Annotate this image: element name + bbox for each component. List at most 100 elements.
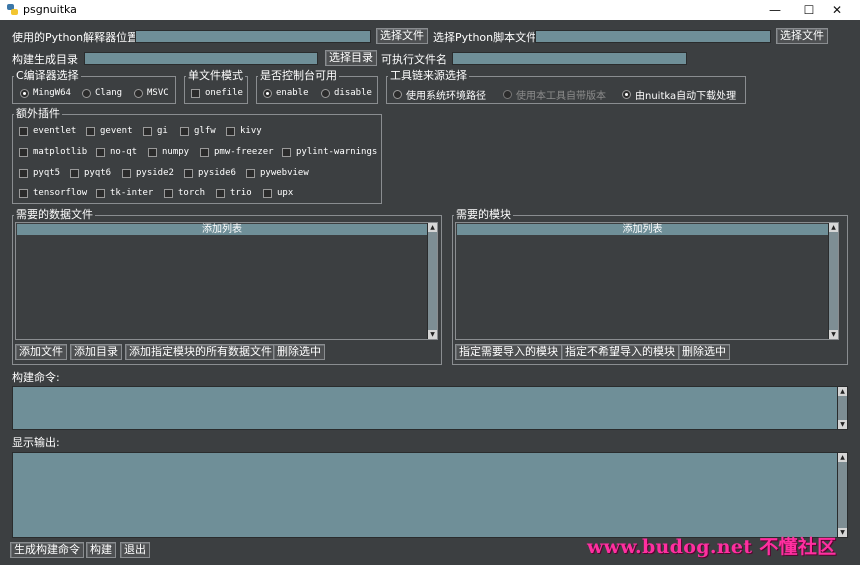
plugin-checkbox[interactable]: glfw bbox=[180, 126, 216, 136]
checkbox-icon bbox=[263, 188, 272, 198]
add-dir-button[interactable]: 添加目录 bbox=[70, 344, 122, 360]
plugin-checkbox[interactable]: no-qt bbox=[96, 147, 137, 157]
plugin-checkbox[interactable]: pyqt6 bbox=[70, 168, 111, 178]
close-button[interactable]: ✕ bbox=[814, 0, 860, 20]
python-script-label: 选择Python脚本文件 bbox=[433, 31, 538, 44]
delete-selected-data-button[interactable]: 删除选中 bbox=[273, 344, 325, 360]
scroll-down-icon[interactable]: ▼ bbox=[829, 330, 838, 339]
plugin-checkbox[interactable]: eventlet bbox=[19, 126, 76, 136]
radio-selected-icon bbox=[20, 88, 29, 98]
checkbox-icon bbox=[19, 147, 28, 157]
onefile-checkbox[interactable]: onefile bbox=[191, 88, 243, 98]
select-script-button[interactable]: 选择文件 bbox=[776, 28, 828, 44]
compiler-radio-msvc[interactable]: MSVC bbox=[134, 88, 169, 98]
console-radio-enable[interactable]: enable bbox=[263, 88, 309, 98]
data-files-list-header: 添加列表 bbox=[17, 224, 427, 235]
plugin-checkbox[interactable]: upx bbox=[263, 188, 293, 198]
build-command-label: 构建命令: bbox=[12, 371, 60, 384]
plugin-checkbox[interactable]: pmw-freezer bbox=[200, 147, 274, 157]
checkbox-icon bbox=[19, 188, 28, 198]
plugin-checkbox[interactable]: numpy bbox=[148, 147, 189, 157]
plugin-checkbox[interactable]: kivy bbox=[226, 126, 262, 136]
data-files-scrollbar[interactable]: ▲ ▼ bbox=[427, 223, 437, 339]
scroll-down-icon[interactable]: ▼ bbox=[428, 330, 437, 339]
include-module-button[interactable]: 指定需要导入的模块 bbox=[455, 344, 562, 360]
single-file-group-title: 单文件模式 bbox=[186, 69, 245, 82]
radio-icon bbox=[82, 88, 91, 98]
scroll-up-icon[interactable]: ▲ bbox=[838, 453, 847, 462]
python-app-icon bbox=[7, 4, 18, 15]
toolchain-radio-system[interactable]: 使用系统环境路径 bbox=[393, 87, 486, 102]
checkbox-icon bbox=[226, 126, 235, 136]
checkbox-icon bbox=[180, 126, 189, 136]
plugin-checkbox[interactable]: pywebview bbox=[246, 168, 309, 178]
scroll-up-icon[interactable]: ▲ bbox=[428, 223, 437, 232]
output-scrollbar[interactable]: ▲ ▼ bbox=[837, 453, 847, 537]
radio-icon bbox=[134, 88, 143, 98]
plugin-checkbox[interactable]: pyqt5 bbox=[19, 168, 60, 178]
title-bar: psgnuitka — ☐ ✕ bbox=[0, 0, 860, 20]
checkbox-icon bbox=[164, 188, 173, 198]
scroll-down-icon[interactable]: ▼ bbox=[838, 528, 847, 537]
checkbox-icon bbox=[148, 147, 157, 157]
modules-list[interactable]: 添加列表 ▲ ▼ bbox=[455, 222, 839, 340]
watermark: www.budog.net 不懂社区 bbox=[587, 536, 837, 558]
checkbox-icon bbox=[191, 88, 200, 98]
compiler-group-title: C编译器选择 bbox=[14, 69, 81, 82]
compiler-radio-clang[interactable]: Clang bbox=[82, 88, 122, 98]
python-interpreter-label: 使用的Python解释器位置 bbox=[12, 31, 139, 44]
radio-selected-icon bbox=[263, 88, 272, 98]
plugin-checkbox[interactable]: gevent bbox=[86, 126, 133, 136]
python-interpreter-input[interactable] bbox=[135, 30, 371, 43]
delete-selected-module-button[interactable]: 删除选中 bbox=[678, 344, 730, 360]
checkbox-icon bbox=[282, 147, 291, 157]
output-label: 显示输出: bbox=[12, 436, 60, 449]
checkbox-icon bbox=[143, 126, 152, 136]
exe-name-label: 可执行文件名 bbox=[381, 53, 447, 66]
scroll-up-icon[interactable]: ▲ bbox=[838, 387, 847, 396]
exe-name-input[interactable] bbox=[452, 52, 687, 65]
console-radio-disable[interactable]: disable bbox=[321, 88, 372, 98]
select-dir-button[interactable]: 选择目录 bbox=[325, 50, 377, 66]
plugin-checkbox[interactable]: gi bbox=[143, 126, 168, 136]
plugin-checkbox[interactable]: torch bbox=[164, 188, 205, 198]
checkbox-icon bbox=[246, 168, 255, 178]
build-button[interactable]: 构建 bbox=[86, 542, 116, 558]
plugin-checkbox[interactable]: trio bbox=[216, 188, 252, 198]
build-dir-input[interactable] bbox=[84, 52, 318, 65]
plugin-checkbox[interactable]: matplotlib bbox=[19, 147, 87, 157]
add-module-data-button[interactable]: 添加指定模块的所有数据文件 bbox=[125, 344, 276, 360]
plugins-group-title: 额外插件 bbox=[14, 107, 62, 120]
scroll-up-icon[interactable]: ▲ bbox=[829, 223, 838, 232]
select-python-button[interactable]: 选择文件 bbox=[376, 28, 428, 44]
build-dir-label: 构建生成目录 bbox=[12, 53, 78, 66]
python-script-input[interactable] bbox=[535, 30, 771, 43]
generate-command-button[interactable]: 生成构建命令 bbox=[10, 542, 84, 558]
exit-button[interactable]: 退出 bbox=[120, 542, 150, 558]
console-group-title: 是否控制台可用 bbox=[258, 69, 339, 82]
checkbox-icon bbox=[122, 168, 131, 178]
plugin-checkbox[interactable]: tk-inter bbox=[96, 188, 153, 198]
checkbox-icon bbox=[96, 188, 105, 198]
modules-group-title: 需要的模块 bbox=[454, 208, 513, 221]
checkbox-icon bbox=[96, 147, 105, 157]
plugin-checkbox[interactable]: pyside2 bbox=[122, 168, 174, 178]
plugin-checkbox[interactable]: tensorflow bbox=[19, 188, 87, 198]
checkbox-icon bbox=[200, 147, 209, 157]
plugin-checkbox[interactable]: pyside6 bbox=[184, 168, 236, 178]
add-file-button[interactable]: 添加文件 bbox=[15, 344, 67, 360]
data-files-group-title: 需要的数据文件 bbox=[14, 208, 95, 221]
output-textarea[interactable] bbox=[12, 452, 848, 538]
build-command-textarea[interactable] bbox=[12, 386, 848, 430]
exclude-module-button[interactable]: 指定不希望导入的模块 bbox=[561, 344, 679, 360]
checkbox-icon bbox=[216, 188, 225, 198]
scroll-down-icon[interactable]: ▼ bbox=[838, 420, 847, 429]
compiler-radio-mingw64[interactable]: MingW64 bbox=[20, 88, 71, 98]
build-command-scrollbar[interactable]: ▲ ▼ bbox=[837, 387, 847, 429]
plugin-checkbox[interactable]: pylint-warnings bbox=[282, 147, 377, 157]
radio-icon bbox=[321, 88, 330, 98]
modules-scrollbar[interactable]: ▲ ▼ bbox=[828, 223, 838, 339]
toolchain-radio-nuitka-download[interactable]: 由nuitka自动下载处理 bbox=[622, 87, 736, 102]
data-files-list[interactable]: 添加列表 ▲ ▼ bbox=[15, 222, 438, 340]
modules-list-header: 添加列表 bbox=[457, 224, 828, 235]
